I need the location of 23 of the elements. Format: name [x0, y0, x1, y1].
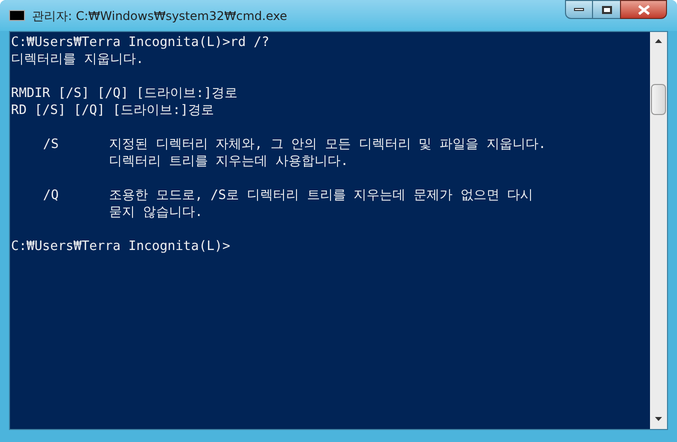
close-button[interactable] — [620, 0, 667, 19]
console-line: C:₩Users₩Terra Incognita(L)> — [11, 238, 232, 255]
window-title: 관리자: C:₩Windows₩system32₩cmd.exe — [32, 8, 288, 24]
option-description: 지정된 디렉터리 자체와, 그 안의 모든 디렉터리 및 파일을 지웁니다. — [109, 136, 546, 153]
close-icon — [638, 4, 650, 14]
option-description: 디렉터리 트리를 지우는데 사용합니다. — [109, 153, 350, 170]
console-line: 디렉터리를 지웁니다. — [11, 51, 145, 68]
maximize-icon — [602, 6, 612, 14]
scrollbar[interactable] — [650, 32, 667, 429]
console-icon — [9, 10, 25, 21]
minimize-button[interactable] — [565, 0, 593, 19]
option-description: 조용한 모드로, /S로 디렉터리 트리를 지우는데 문제가 없으면 다시 — [109, 187, 534, 204]
console-line: RMDIR [/S] [/Q] [드라이브:]경로 — [11, 85, 239, 102]
scroll-up-icon[interactable] — [655, 39, 662, 43]
option-name: /Q — [43, 188, 59, 203]
option-description: 묻지 않습니다. — [109, 204, 204, 221]
maximize-button[interactable] — [593, 0, 620, 19]
console-line: C:₩Users₩Terra Incognita(L)>rd /? — [11, 34, 270, 51]
scroll-thumb[interactable] — [651, 84, 666, 115]
scroll-down-icon[interactable] — [655, 417, 662, 421]
console-line: RD [/S] [/Q] [드라이브:]경로 — [11, 102, 216, 119]
minimize-icon — [574, 8, 584, 11]
option-name: /S — [43, 137, 59, 152]
